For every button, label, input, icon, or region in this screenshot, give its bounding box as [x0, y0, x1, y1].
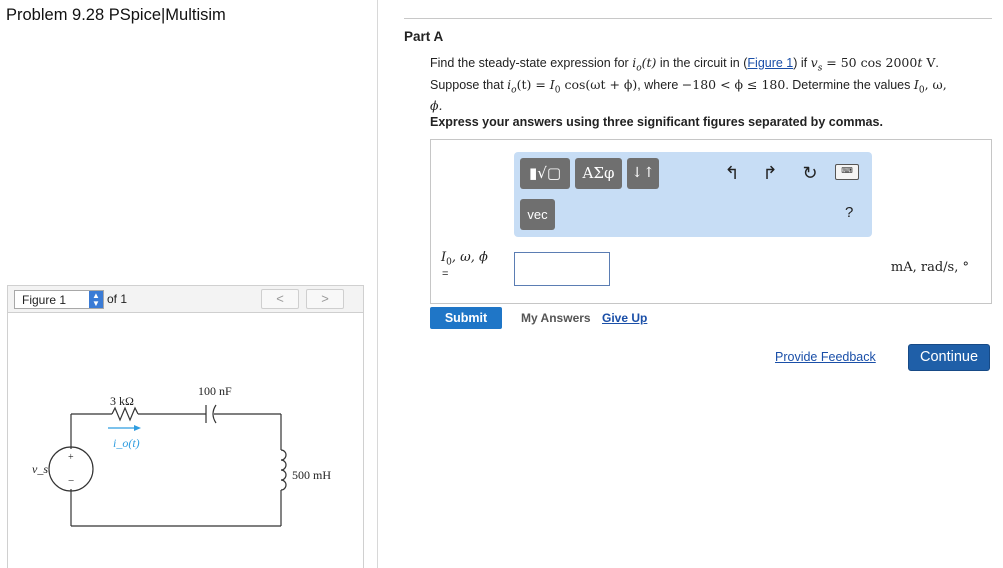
question-range: −180 < ϕ ≤ 180	[681, 76, 786, 92]
question-text: Find the steady-state expression for io(…	[430, 55, 947, 113]
figure-toolbar: Figure 1 ▲ ▼ of 1 < >	[7, 285, 364, 313]
help-icon[interactable]: ?	[845, 204, 853, 221]
reset-icon[interactable]: ↻	[799, 162, 821, 184]
question-text-7: ϕ.	[430, 98, 443, 113]
problem-panel: Problem 9.28 PSpice|Multisim Figure 1 ▲ ▼…	[0, 0, 378, 568]
question-text-3: ) if	[793, 56, 811, 70]
circuit-diagram: 3 kΩ 100 nF 500 mH i_o(t) v_s + −	[32, 384, 331, 527]
question-vs-unit: V	[922, 55, 936, 70]
resistor-symbol	[111, 406, 139, 422]
select-updown-icon: ▲ ▼	[89, 291, 103, 308]
greek-symbols-button[interactable]: ΑΣφ	[575, 158, 622, 189]
previous-figure-button[interactable]: <	[261, 289, 299, 309]
question-expr-1: (t) =	[516, 76, 550, 92]
answer-units: mA, rad/s, °	[890, 260, 969, 275]
problem-title: Problem 9.28 PSpice|Multisim	[6, 6, 226, 24]
submit-button[interactable]: Submit	[430, 307, 502, 329]
figure-area: 3 kΩ 100 nF 500 mH i_o(t) v_s + −	[7, 313, 364, 568]
math-toolbar: ▮√▢ ΑΣφ ↓↑ vec ↰ ↱ ↻ ⌨ ?	[514, 152, 872, 237]
undo-icon[interactable]: ↰	[721, 162, 743, 184]
arrows-button[interactable]: ↓↑	[627, 158, 659, 189]
current-label: i_o(t)	[113, 436, 140, 450]
part-divider	[404, 18, 992, 19]
question-text-2: in the circuit in (	[656, 56, 748, 70]
question-text-4: Suppose that	[430, 77, 508, 92]
give-up-link[interactable]: Give Up	[602, 311, 647, 325]
current-arrowhead	[134, 425, 141, 431]
answer-instruction: Express your answers using three signifi…	[430, 115, 883, 129]
resistor-label: 3 kΩ	[110, 394, 134, 408]
question-vals-rest: , ω,	[924, 76, 947, 92]
inductor-label: 500 mH	[292, 468, 331, 482]
question-text-1: Find the steady-state expression for	[430, 56, 633, 70]
provide-feedback-link[interactable]: Provide Feedback	[775, 350, 876, 364]
next-figure-button[interactable]: >	[306, 289, 344, 309]
answer-input[interactable]	[514, 252, 610, 286]
figure-count: of 1	[107, 292, 128, 306]
continue-button[interactable]: Continue	[908, 344, 990, 371]
answer-equals: =	[442, 268, 449, 280]
figure-select[interactable]: Figure 1 ▲ ▼	[14, 290, 104, 309]
inductor-symbol	[280, 449, 287, 491]
figure-select-value: Figure 1	[22, 293, 67, 307]
figure-link[interactable]: Figure 1	[747, 56, 793, 70]
source-minus-sign: −	[68, 475, 74, 487]
question-vs-expr: = 50 cos 2000	[822, 55, 918, 70]
question-expr-2: cos(ωt + ϕ)	[560, 76, 638, 92]
source-label: v_s	[32, 462, 48, 476]
capacitor-label: 100 nF	[198, 384, 232, 398]
question-io-arg: (t)	[641, 55, 657, 70]
question-panel: Part A Find the steady-state expression …	[378, 0, 1003, 568]
answer-box: ▮√▢ ΑΣφ ↓↑ vec ↰ ↱ ↻ ⌨ ? I0, ω, ϕ = mA, …	[430, 139, 992, 304]
source-plus-sign: +	[68, 452, 74, 463]
vec-button[interactable]: vec	[520, 199, 555, 230]
keyboard-icon[interactable]: ⌨	[835, 164, 859, 180]
redo-icon[interactable]: ↱	[759, 162, 781, 184]
question-vs: v	[810, 55, 818, 70]
my-answers-link[interactable]: My Answers	[521, 311, 591, 325]
question-text-5: , where	[637, 77, 682, 92]
templates-button[interactable]: ▮√▢	[520, 158, 570, 189]
part-label: Part A	[404, 29, 444, 44]
question-text-6: . Determine the values	[785, 77, 914, 92]
answer-label-rest: , ω, ϕ	[451, 250, 488, 265]
